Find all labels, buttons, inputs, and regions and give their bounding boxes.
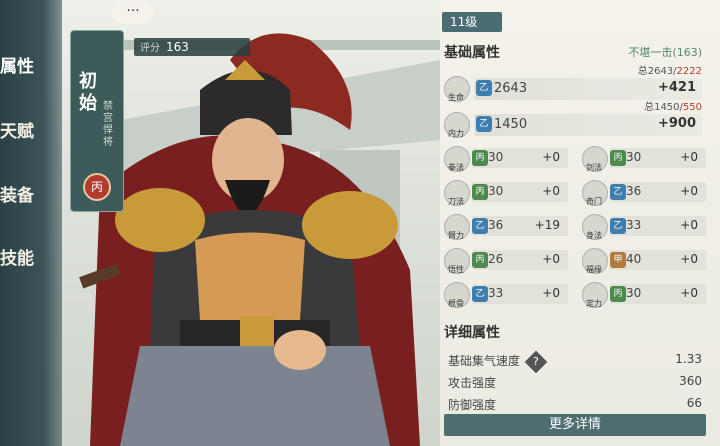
hero-scene: 属性 天赋 装备 技能 ··· 初始 禁宫悍将 丙 评分 163 <box>0 0 440 446</box>
tab-attributes[interactable]: 属性 <box>0 52 40 77</box>
score-bar: 评分 163 <box>134 38 250 56</box>
attr-quanfa[interactable]: 拳法 丙 30 +0 <box>444 146 568 172</box>
hero-grade-badge: 丙 <box>83 173 111 201</box>
side-menu: 属性 天赋 装备 技能 <box>0 0 62 446</box>
internal-tier-badge: 乙 <box>476 116 492 132</box>
level-badge: 11级 <box>442 12 502 32</box>
attr-dingli[interactable]: 定力 丙 30 +0 <box>582 282 706 308</box>
hp-label: 生命 <box>448 93 464 102</box>
detail-attributes-title: 详细属性 <box>444 325 500 341</box>
tab-skills[interactable]: 技能 <box>0 244 40 269</box>
internal-row: 总1450/550 内力 乙 1450 +900 <box>444 102 702 138</box>
attr-jianfa[interactable]: 剑法 丙 30 +0 <box>582 146 706 172</box>
tower-status[interactable]: 不堪一击(163) <box>628 44 702 60</box>
hero-name-banner: 初始 禁宫悍将 丙 <box>70 30 124 212</box>
detail-row-attack: 攻击强度 360 <box>448 374 702 390</box>
detail-row-defense: 防御强度 66 <box>448 396 702 412</box>
attr-daofa[interactable]: 刀法 丙 30 +0 <box>444 180 568 206</box>
tab-equipment[interactable]: 装备 <box>0 181 40 206</box>
help-icon[interactable]: ? <box>524 350 548 374</box>
score-value: 163 <box>166 40 189 54</box>
attr-qimen[interactable]: 奇门 乙 36 +0 <box>582 180 706 206</box>
hp-bonus: +421 <box>657 80 696 95</box>
hero-title: 禁宫悍将 <box>103 101 113 148</box>
detail-row-gather-speed: 基础集气速度? 1.33 <box>448 350 702 374</box>
hp-value: 2643 <box>494 81 528 96</box>
tab-talent[interactable]: 天赋 <box>0 117 40 142</box>
score-label: 评分 <box>140 43 160 54</box>
attr-shenfa[interactable]: 身法 乙 33 +0 <box>582 214 706 240</box>
more-details-button[interactable]: 更多详情 <box>444 414 706 436</box>
chat-bubble-icon[interactable]: ··· <box>112 2 154 24</box>
internal-total: 总1450/550 <box>644 102 702 113</box>
attr-gengu[interactable]: 根骨 乙 33 +0 <box>444 282 568 308</box>
hp-total: 总2643/2222 <box>637 66 702 77</box>
internal-bonus: +900 <box>657 116 696 131</box>
hp-tier-badge: 乙 <box>476 80 492 96</box>
basic-attributes-title: 基础属性 <box>444 45 500 61</box>
attr-bili[interactable]: 臂力 乙 36 +19 <box>444 214 568 240</box>
internal-value: 1450 <box>494 117 528 132</box>
hero-name: 初始 <box>79 71 97 114</box>
internal-label: 内力 <box>448 129 464 138</box>
attr-wuxing[interactable]: 悟性 丙 26 +0 <box>444 248 568 274</box>
attr-fuyuan[interactable]: 福缘 甲 40 +0 <box>582 248 706 274</box>
